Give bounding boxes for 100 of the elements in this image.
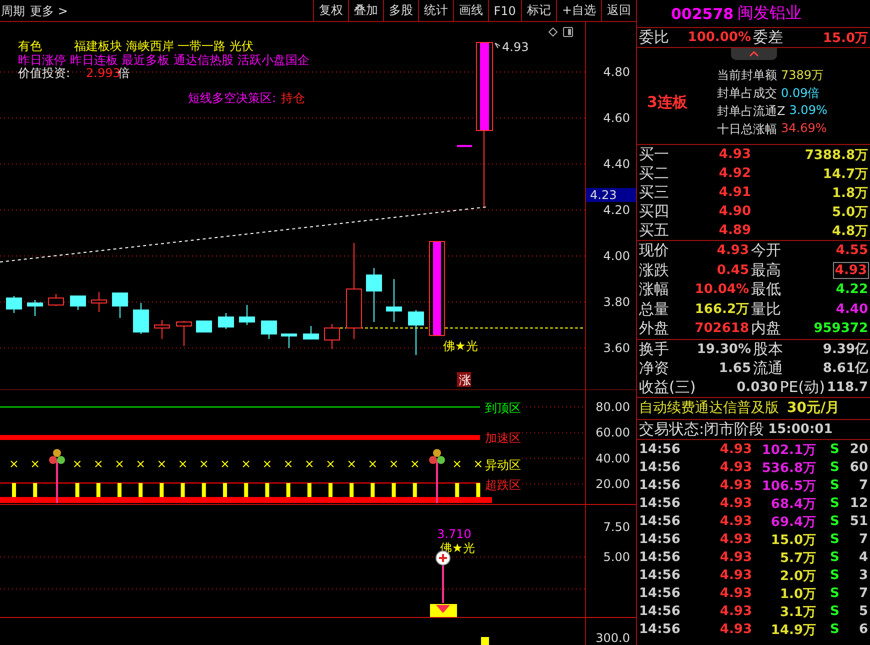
- status-phase: 闭市阶段: [704, 420, 764, 438]
- cross-marker: [454, 460, 461, 468]
- quote-value: 702618: [694, 321, 749, 336]
- cross-marker: [158, 460, 166, 468]
- fundamental-value: 1.65: [718, 360, 752, 376]
- trade-volume: 69.4万: [770, 514, 816, 530]
- candle: [408, 310, 424, 356]
- cross-marker: [242, 460, 250, 468]
- fundamental-value: 8.61亿: [822, 360, 868, 377]
- axis-label: 300.0: [596, 631, 630, 645]
- trade-side: S: [829, 586, 840, 601]
- quote-label: 涨跌: [639, 260, 669, 280]
- quote-value: 0.45: [716, 262, 749, 278]
- promo-text[interactable]: 自动续费通达信普及版: [639, 399, 779, 417]
- candle: [48, 294, 64, 306]
- bid-label: 买五: [639, 221, 669, 240]
- trade-price: 4.93: [718, 622, 752, 637]
- fundamental-label: 换手: [639, 340, 669, 358]
- fundamental-value: 9.39亿: [822, 341, 868, 358]
- toolbar-menu[interactable]: 更多 >: [29, 0, 72, 21]
- bar-marker: [412, 483, 417, 497]
- quote-label: 今开: [751, 241, 781, 260]
- bid-price: 4.92: [718, 166, 752, 181]
- trade-time: 14:56: [639, 496, 682, 511]
- trade-time: 14:56: [639, 586, 682, 601]
- trade-time: 14:56: [639, 442, 682, 457]
- trade-side: S: [829, 550, 840, 565]
- signal-label: 佛★光: [443, 339, 478, 353]
- axis-label: 3.60: [603, 341, 630, 355]
- quote-label: 外盘: [639, 319, 669, 338]
- candle: [261, 320, 277, 340]
- price-marker-line: [457, 145, 472, 147]
- bar-marker: [476, 483, 480, 497]
- axis-label: 5.00: [603, 550, 630, 564]
- trade-side: S: [829, 532, 840, 547]
- trade-volume: 15.0万: [770, 532, 816, 548]
- fundamental-label: 收益(三): [639, 378, 696, 396]
- trade-time: 14:56: [639, 622, 682, 637]
- candle: [70, 296, 86, 310]
- quote-label: 内盘: [751, 319, 781, 338]
- zone-label: 异动区: [485, 458, 521, 472]
- trade-count: 7: [858, 586, 868, 601]
- trade-volume: 102.1万: [760, 442, 816, 458]
- stat-label: 当前封单额: [717, 66, 777, 84]
- trade-price: 4.93: [718, 496, 752, 511]
- stat-value: 7389万: [781, 66, 824, 84]
- trade-volume: 1.0万: [778, 586, 816, 602]
- trade-side: S: [829, 496, 840, 511]
- trade-count: 20: [850, 442, 868, 457]
- axis-label: 7.50: [603, 520, 630, 534]
- signal-value: 3.710: [437, 527, 472, 541]
- high-price-label: 4.93: [502, 40, 529, 54]
- quote-label: 涨幅: [639, 280, 669, 300]
- bar-marker: [392, 483, 396, 497]
- trade-time: 14:56: [639, 514, 682, 529]
- trade-price: 4.93: [718, 514, 752, 529]
- bar-marker: [138, 483, 143, 497]
- quote-label: 最高: [751, 260, 781, 280]
- value-number: 2.993: [86, 66, 120, 80]
- cross-marker: [474, 460, 482, 468]
- trade-side: S: [829, 478, 840, 493]
- trade-side: S: [829, 604, 840, 619]
- axis-label: 4.60: [603, 111, 630, 125]
- trade-count: 4: [858, 550, 868, 565]
- bid-price: 4.91: [718, 185, 752, 200]
- trade-count: 60: [850, 460, 868, 475]
- panel-toggle-icon[interactable]: [563, 27, 573, 37]
- trade-side: S: [829, 442, 840, 457]
- trade-price: 4.93: [718, 586, 752, 601]
- trade-time: 14:56: [639, 550, 682, 565]
- limit-streak-label: 3连板: [646, 92, 688, 112]
- bar-marker: [202, 483, 206, 497]
- bid-label: 买三: [639, 183, 669, 202]
- candle: [133, 302, 149, 334]
- candle: [324, 324, 340, 350]
- quote-value: 4.55: [836, 243, 868, 258]
- cross-marker: [116, 460, 123, 468]
- bid-price: 4.90: [718, 204, 752, 219]
- cross-marker: [348, 460, 356, 468]
- promo-price[interactable]: 30元/月: [787, 399, 840, 417]
- bar-marker: [180, 483, 185, 497]
- quote-value: 4.93: [834, 262, 868, 278]
- toolbar-menu[interactable]: 周期: [0, 0, 29, 21]
- trade-price: 4.93: [718, 460, 752, 475]
- stat-label: 十日总涨幅: [717, 120, 777, 138]
- candle: [218, 312, 234, 330]
- cross-marker: [264, 460, 271, 468]
- candle: [27, 300, 43, 316]
- collapse-button[interactable]: [730, 48, 776, 60]
- cross-marker: [222, 460, 228, 468]
- sector-tag: 福建板块 海峡西岸 一带一路 光伏: [74, 39, 254, 53]
- decision-label: 短线多空决策区:: [188, 91, 276, 105]
- bar-marker: [370, 483, 375, 497]
- diamond-icon[interactable]: [548, 27, 558, 37]
- axis-label: 3.80: [603, 295, 630, 309]
- quote-label: 总量: [639, 300, 669, 319]
- order-diff-value: 15.0万: [822, 30, 868, 46]
- order-ratio-label: 委比: [639, 28, 669, 47]
- value-label: 价值投资:: [18, 66, 70, 80]
- axis-label: 4.20: [603, 203, 630, 217]
